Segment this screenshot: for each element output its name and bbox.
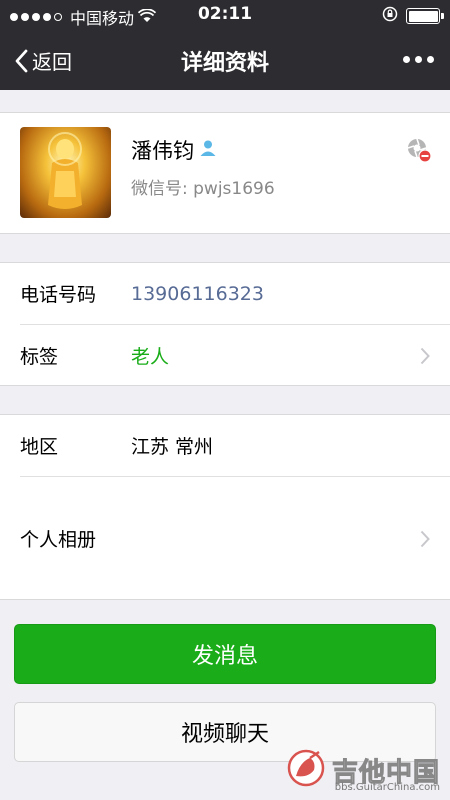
avatar[interactable] xyxy=(20,127,111,218)
album-row[interactable]: 个人相册 xyxy=(0,477,450,600)
send-message-button[interactable]: 发消息 xyxy=(14,624,436,684)
guitar-logo-icon xyxy=(286,748,326,792)
nav-bar: 返回 详细资料 xyxy=(0,30,450,90)
watermark: 吉他中国 bbs.GuitarChina.com xyxy=(286,748,440,793)
contact-info-card: 电话号码 13906116323 标签 老人 xyxy=(0,262,450,386)
profile-card: 潘伟钧 微信号: pwjs1696 xyxy=(0,112,450,234)
phone-label: 电话号码 xyxy=(20,284,97,306)
phone-value[interactable]: 13906116323 xyxy=(131,283,264,305)
region-album-card: 地区 江苏 常州 个人相册 xyxy=(0,414,450,600)
rotation-lock-icon xyxy=(382,6,398,26)
chevron-right-icon xyxy=(420,530,430,547)
more-button[interactable] xyxy=(403,56,434,63)
contact-name: 潘伟钧 xyxy=(131,139,194,163)
region-row: 地区 江苏 常州 xyxy=(0,415,450,476)
wechat-id-value: pwjs1696 xyxy=(193,179,275,199)
person-icon xyxy=(198,138,218,162)
phone-row[interactable]: 电话号码 13906116323 xyxy=(0,263,450,324)
chevron-right-icon xyxy=(420,347,430,364)
tag-value: 老人 xyxy=(131,346,170,368)
album-label: 个人相册 xyxy=(20,529,97,551)
more-dots-icon xyxy=(403,56,410,63)
watermark-url: bbs.GuitarChina.com xyxy=(334,782,440,793)
tag-row[interactable]: 标签 老人 xyxy=(0,325,450,386)
status-right xyxy=(382,6,444,26)
wechat-id-label: 微信号: xyxy=(131,179,188,199)
battery-icon xyxy=(406,8,444,24)
status-bar: 中国移动 02:11 xyxy=(0,0,450,30)
tag-label: 标签 xyxy=(20,346,59,368)
region-label: 地区 xyxy=(20,436,59,458)
page-title: 详细资料 xyxy=(180,51,269,76)
moments-blocked-icon[interactable] xyxy=(406,137,432,167)
region-value: 江苏 常州 xyxy=(131,436,214,458)
wechat-id: 微信号: pwjs1696 xyxy=(131,174,275,199)
name-row: 潘伟钧 xyxy=(131,135,218,165)
